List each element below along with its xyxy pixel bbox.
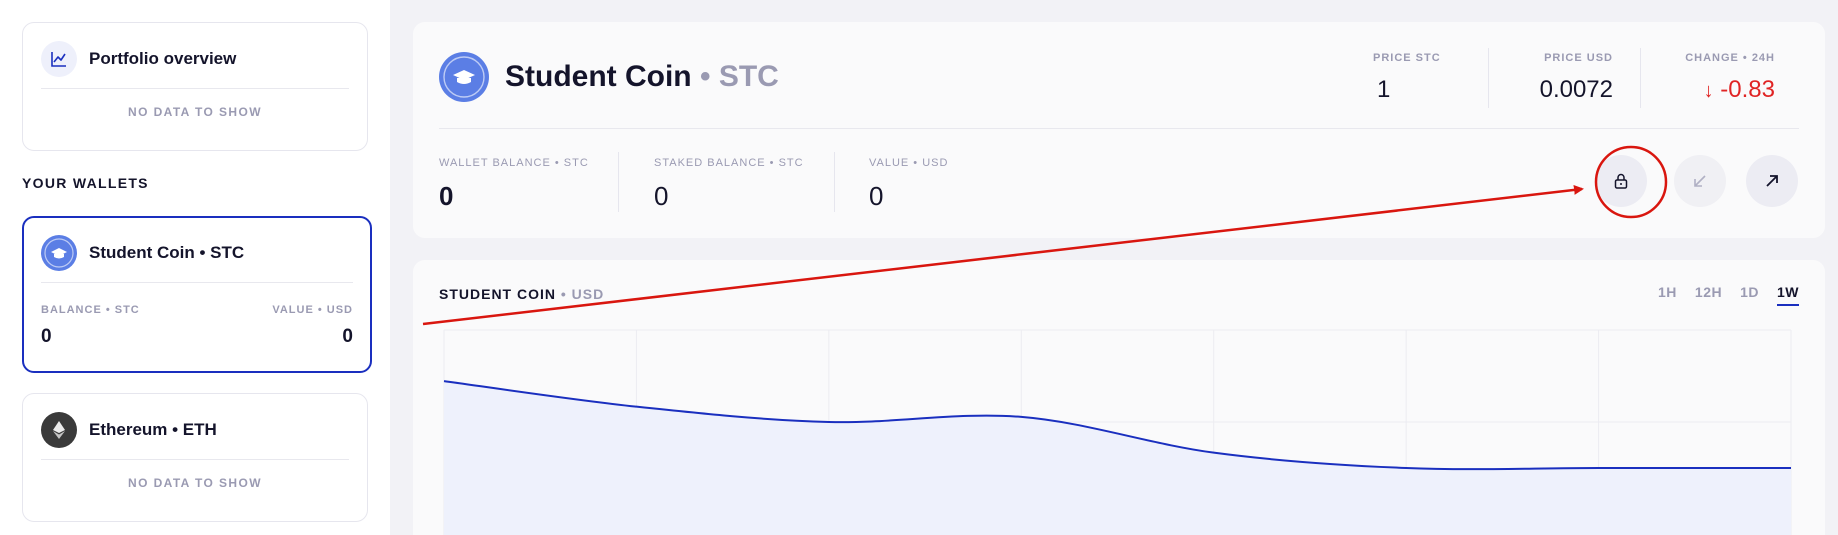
wallet-balance-label: BALANCE • STC (41, 304, 140, 316)
balance-value: 0 (869, 181, 884, 211)
stat-price-stc: PRICE STC 1 (1373, 52, 1465, 104)
balance-value: 0 (654, 181, 669, 211)
divider (834, 152, 835, 212)
price-chart (443, 329, 1792, 535)
stat-value: -0.83 (1720, 76, 1775, 103)
sidebar: Portfolio overview NO DATA TO SHOW YOUR … (0, 0, 390, 535)
portfolio-overview-card[interactable]: Portfolio overview NO DATA TO SHOW (22, 22, 368, 151)
stat-label: PRICE STC (1373, 52, 1441, 64)
wallet-card-eth[interactable]: Ethereum • ETH NO DATA TO SHOW (22, 393, 368, 522)
portfolio-empty-text: NO DATA TO SHOW (128, 105, 262, 119)
arrow-down-icon: ↓ (1703, 80, 1714, 102)
wallet-card-stc[interactable]: Student Coin • STC BALANCE • STC VALUE •… (22, 216, 372, 373)
stake-lock-button[interactable] (1595, 155, 1647, 207)
price-chart-card: STUDENT COIN • USD 1H 12H 1D 1W (413, 260, 1825, 535)
wallet-value-value: 0 (342, 326, 353, 347)
balance-label: VALUE • USD (869, 157, 949, 169)
graduation-cap-icon (41, 235, 77, 271)
wallet-title: Ethereum • ETH (89, 420, 217, 439)
wallet-balance-block: WALLET BALANCE • STC 0 (439, 157, 589, 212)
stat-value: 0.0072 (1539, 76, 1613, 103)
send-button[interactable] (1746, 155, 1798, 207)
stat-label: CHANGE • 24H (1685, 52, 1775, 64)
staked-balance-block: STAKED BALANCE • STC 0 (654, 157, 804, 212)
wallet-value-label: VALUE • USD (272, 304, 353, 316)
balance-value: 0 (439, 181, 454, 211)
stat-label: PRICE USD (1544, 52, 1613, 64)
wallet-balance-value: 0 (41, 326, 52, 347)
arrow-up-right-icon (1766, 175, 1778, 187)
divider (618, 152, 619, 212)
coin-name: Student Coin (505, 60, 692, 93)
ethereum-icon (41, 412, 77, 448)
price-area-fill (444, 381, 1791, 535)
stat-change-24h: CHANGE • 24H ↓ -0.83 (1663, 52, 1775, 104)
graduation-cap-icon (439, 52, 489, 102)
lock-icon (1614, 173, 1628, 189)
stat-price-usd: PRICE USD 0.0072 (1523, 52, 1613, 104)
coin-header-card: Student Coin • STC PRICE STC 1 PRICE USD… (413, 22, 1825, 238)
chart-line-icon (41, 41, 77, 77)
wallet-empty-text: NO DATA TO SHOW (128, 476, 262, 490)
arrow-down-left-icon (1694, 175, 1706, 187)
divider (1640, 48, 1641, 108)
divider (439, 128, 1799, 129)
value-usd-block: VALUE • USD 0 (869, 157, 948, 212)
balance-label: WALLET BALANCE • STC (439, 157, 589, 169)
coin-symbol: • STC (699, 60, 779, 93)
stat-value: 1 (1377, 76, 1391, 103)
wallet-title: Student Coin • STC (89, 243, 245, 262)
change-value-row: ↓ -0.83 (1663, 76, 1775, 104)
divider (41, 88, 349, 89)
receive-button[interactable] (1674, 155, 1726, 207)
your-wallets-heading: YOUR WALLETS (22, 175, 149, 191)
divider (41, 459, 349, 460)
coin-title: Student Coin • STC (505, 60, 779, 94)
divider (41, 282, 353, 283)
divider (1488, 48, 1489, 108)
balance-label: STAKED BALANCE • STC (654, 157, 804, 169)
portfolio-title: Portfolio overview (89, 49, 237, 68)
